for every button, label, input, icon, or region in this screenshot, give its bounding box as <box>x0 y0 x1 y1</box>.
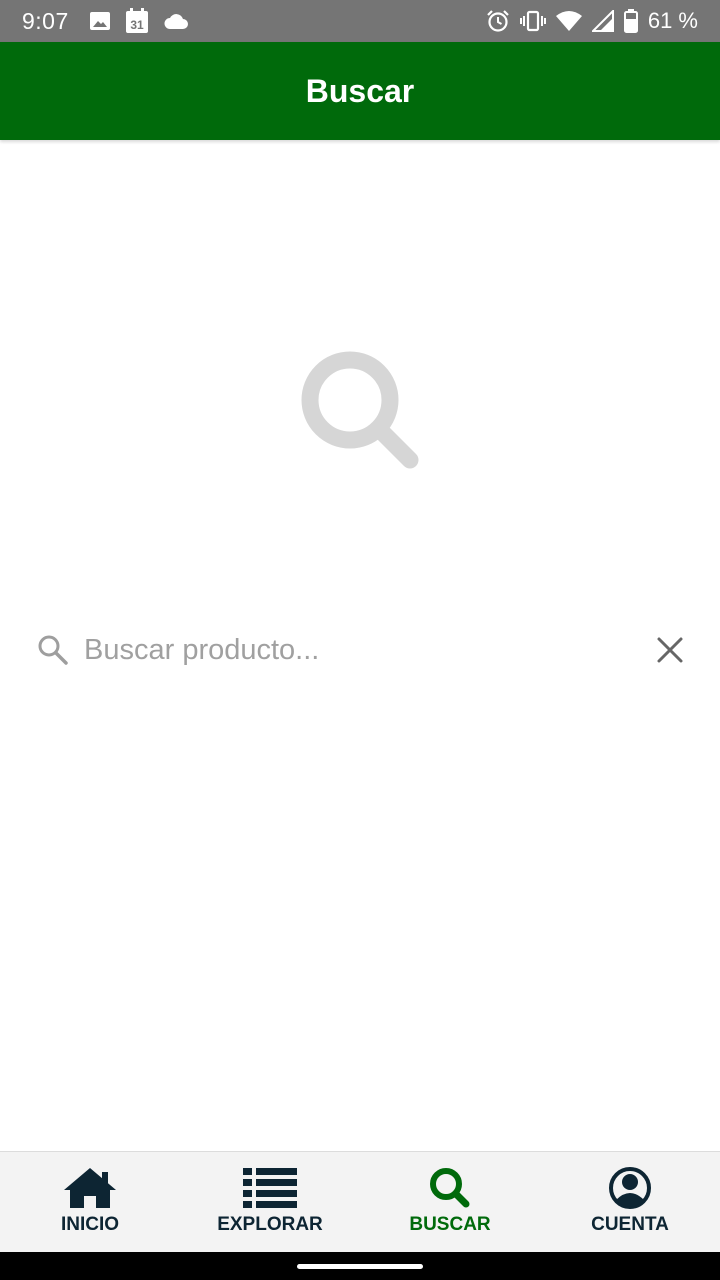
clear-search-button[interactable] <box>648 628 692 672</box>
alarm-icon <box>486 9 510 33</box>
vibrate-icon <box>519 10 546 32</box>
home-gesture-handle[interactable] <box>297 1263 423 1269</box>
image-icon <box>89 10 111 32</box>
calendar-day: 31 <box>130 18 144 32</box>
nav-label-cuenta: CUENTA <box>591 1214 669 1235</box>
nav-label-inicio: INICIO <box>60 1214 120 1235</box>
nav-item-buscar[interactable]: BUSCAR <box>360 1152 540 1252</box>
wifi-icon <box>555 10 582 32</box>
search-input[interactable] <box>82 624 648 676</box>
nav-item-inicio[interactable]: INICIO <box>0 1152 180 1252</box>
app-bar: Buscar <box>0 42 720 140</box>
status-bar-left: 9:07 31 <box>22 8 203 35</box>
battery-icon <box>623 9 638 33</box>
signal-icon <box>591 10 614 32</box>
status-bar: 9:07 31 61 % <box>0 0 720 42</box>
search-icon <box>422 1166 478 1210</box>
close-icon <box>657 637 683 663</box>
page-title: Buscar <box>305 72 415 109</box>
status-bar-right: 61 % <box>486 8 698 34</box>
calendar-icon: 31 <box>125 8 149 34</box>
system-navigation-bar <box>0 1252 720 1280</box>
nav-item-explorar[interactable]: EXPLORAR <box>180 1152 360 1252</box>
nav-label-explorar: EXPLORAR <box>217 1214 323 1235</box>
nav-label-buscar: BUSCAR <box>409 1214 491 1235</box>
home-icon <box>62 1166 118 1210</box>
search-bar <box>36 620 692 680</box>
status-time: 9:07 <box>22 7 69 34</box>
list-icon <box>242 1166 298 1210</box>
battery-percent: 61 % <box>647 8 698 33</box>
account-icon <box>602 1166 658 1210</box>
search-icon <box>36 633 70 667</box>
bottom-navigation: INICIO EXPLORAR BUSCAR CUENTA <box>0 1151 720 1252</box>
nav-item-cuenta[interactable]: CUENTA <box>540 1152 720 1252</box>
search-icon <box>300 350 420 470</box>
cloud-icon <box>163 12 189 30</box>
